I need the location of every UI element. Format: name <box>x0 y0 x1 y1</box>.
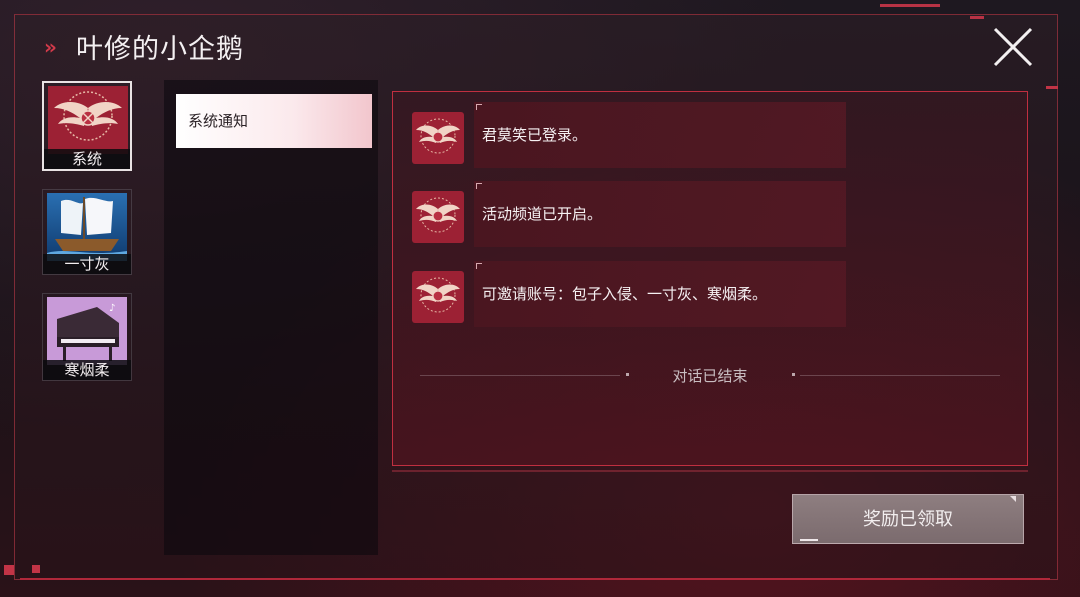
message-bubble: 君莫笑已登录。 <box>474 102 846 168</box>
contact-label: 一寸灰 <box>43 254 131 274</box>
divider-dot <box>626 373 629 376</box>
corner-decoration <box>4 565 14 575</box>
title-chevron-icon: » <box>44 35 57 59</box>
button-corner-decoration <box>1010 496 1016 502</box>
bubble-corner-decoration <box>476 183 482 189</box>
system-wings-emblem-icon <box>412 191 464 243</box>
contact-tab-yicunhui[interactable]: 一寸灰 <box>42 189 132 275</box>
sailing-ship-avatar-icon <box>47 193 127 261</box>
conversation-ended-text: 对话已结束 <box>672 367 748 385</box>
channel-item-system-notice[interactable]: 系统通知 <box>176 94 372 148</box>
chat-panel-shadow <box>392 470 1028 472</box>
corner-decoration <box>32 565 40 573</box>
channel-list-panel <box>164 80 378 555</box>
frame-bottom-line <box>20 578 1050 580</box>
side-decoration <box>1046 86 1058 89</box>
close-button[interactable] <box>990 24 1036 70</box>
message-bubble: 可邀请账号：包子入侵、一寸灰、寒烟柔。 <box>474 261 846 327</box>
system-wings-emblem-icon <box>412 112 464 164</box>
top-decoration <box>880 4 940 7</box>
bubble-corner-decoration <box>476 104 482 110</box>
close-icon <box>993 27 1033 67</box>
window-title: 叶修的小企鹅 <box>76 34 244 65</box>
divider-line <box>420 375 620 376</box>
svg-text:♪: ♪ <box>109 303 115 314</box>
grand-piano-avatar-icon: ♪ <box>47 297 127 365</box>
reward-claimed-button[interactable]: 奖励已领取 <box>792 494 1024 544</box>
contact-label: 系统 <box>44 149 130 169</box>
bubble-corner-decoration <box>476 263 482 269</box>
system-wings-emblem-icon <box>412 271 464 323</box>
top-decoration <box>970 16 984 19</box>
contact-tab-system[interactable]: 系统 <box>42 81 132 171</box>
message-bubble: 活动频道已开启。 <box>474 181 846 247</box>
system-wings-emblem-icon <box>48 86 128 154</box>
contact-tab-hanyanrou[interactable]: ♪ 寒烟柔 <box>42 293 132 381</box>
button-decoration <box>800 539 818 541</box>
divider-line <box>800 375 1000 376</box>
contact-label: 寒烟柔 <box>43 360 131 380</box>
divider-dot <box>792 373 795 376</box>
